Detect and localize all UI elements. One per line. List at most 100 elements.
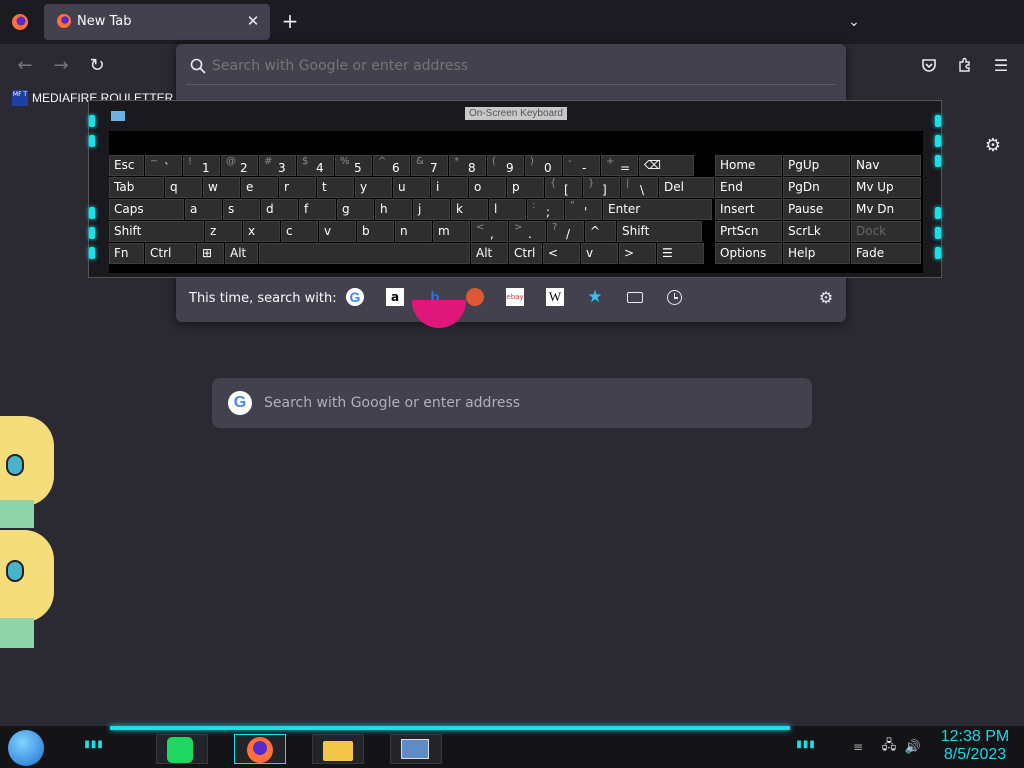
taskbar-spotify[interactable]	[156, 734, 208, 764]
osk-nav-key[interactable]: PrtScn	[715, 221, 782, 242]
google-icon[interactable]: G	[346, 288, 364, 306]
osk-nav-key[interactable]: End	[715, 177, 782, 198]
osk-nav-key[interactable]: Home	[715, 155, 782, 176]
osk-key[interactable]: Ctrl	[145, 243, 196, 264]
osk-key[interactable]: + =	[601, 155, 638, 176]
newtab-settings-gear-icon[interactable]: ⚙	[982, 134, 1004, 156]
osk-key[interactable]: d	[261, 199, 298, 220]
osk-key[interactable]: v	[319, 221, 356, 242]
osk-key[interactable]: p	[507, 177, 544, 198]
taskbar-file-explorer[interactable]	[312, 734, 364, 764]
osk-key[interactable]: <,	[471, 221, 508, 242]
ebay-icon[interactable]: ebay	[506, 288, 524, 306]
back-arrow-icon[interactable]: ←	[14, 54, 36, 76]
url-input[interactable]	[212, 54, 812, 78]
new-tab-plus-icon[interactable]: +	[280, 9, 300, 33]
history-icon[interactable]	[667, 290, 682, 305]
osk-key[interactable]: --	[563, 155, 600, 176]
osk-key[interactable]: Caps	[109, 199, 184, 220]
osk-nav-key[interactable]: ScrLk	[783, 221, 850, 242]
osk-nav-key[interactable]: PgUp	[783, 155, 850, 176]
osk-key[interactable]: Ctrl	[509, 243, 542, 264]
osk-key[interactable]: y	[355, 177, 392, 198]
osk-key[interactable]: n	[395, 221, 432, 242]
osk-key[interactable]: ☰	[657, 243, 704, 264]
osk-key[interactable]: Tab	[109, 177, 164, 198]
osk-key[interactable]: Enter	[603, 199, 712, 220]
osk-key[interactable]: j	[413, 199, 450, 220]
osk-nav-key[interactable]: Nav	[851, 155, 921, 176]
osk-key[interactable]: @2	[221, 155, 258, 176]
osk-key[interactable]: :;	[527, 199, 564, 220]
osk-key[interactable]: Del	[659, 177, 714, 198]
bookmarks-star-icon[interactable]: ★	[586, 287, 604, 307]
osk-key[interactable]	[259, 243, 470, 264]
osk-key[interactable]: ~ `	[145, 155, 182, 176]
osk-key[interactable]: Alt	[471, 243, 508, 264]
osk-nav-key[interactable]: Fade	[851, 243, 921, 264]
wikipedia-icon[interactable]: W	[546, 288, 564, 306]
taskbar-firefox[interactable]	[234, 734, 286, 764]
extensions-puzzle-icon[interactable]	[954, 54, 976, 76]
osk-key[interactable]: % 5	[335, 155, 372, 176]
osk-key[interactable]: z	[205, 221, 242, 242]
osk-nav-key[interactable]: Mv Up	[851, 177, 921, 198]
osk-key[interactable]: #3	[259, 155, 296, 176]
osk-nav-key[interactable]: Dock	[851, 221, 921, 242]
osk-key[interactable]: e	[241, 177, 278, 198]
osk-title-bar[interactable]: On-Screen Keyboard	[89, 107, 943, 127]
osk-key[interactable]: c	[281, 221, 318, 242]
forward-arrow-icon[interactable]: →	[50, 54, 72, 76]
osk-key[interactable]: o	[469, 177, 506, 198]
network-icon[interactable]: 🖧	[880, 738, 898, 756]
osk-nav-key[interactable]: Insert	[715, 199, 782, 220]
osk-key[interactable]: b	[357, 221, 394, 242]
osk-key[interactable]: v	[581, 243, 618, 264]
osk-key[interactable]: }]	[583, 177, 620, 198]
osk-key[interactable]: k	[451, 199, 488, 220]
osk-nav-key[interactable]: Help	[783, 243, 850, 264]
osk-key[interactable]: x	[243, 221, 280, 242]
osk-nav-key[interactable]: Options	[715, 243, 782, 264]
osk-key[interactable]: {[	[545, 177, 582, 198]
osk-key[interactable]: >.	[509, 221, 546, 242]
osk-key[interactable]: f	[299, 199, 336, 220]
osk-key[interactable]: i	[431, 177, 468, 198]
newtab-search-box[interactable]: G Search with Google or enter address	[212, 378, 812, 428]
osk-key[interactable]: Shift	[109, 221, 204, 242]
firefox-menu-icon[interactable]	[10, 12, 30, 32]
osk-key[interactable]: ^	[585, 221, 616, 242]
volume-icon[interactable]: 🔊	[904, 738, 922, 756]
taskbar-osk[interactable]	[390, 734, 442, 764]
osk-key[interactable]: Shift	[617, 221, 702, 242]
osk-key[interactable]: t	[317, 177, 354, 198]
osk-nav-key[interactable]: Mv Dn	[851, 199, 921, 220]
close-tab-icon[interactable]: ✕	[244, 12, 262, 30]
osk-key[interactable]: Fn	[109, 243, 144, 264]
start-orb-icon[interactable]	[8, 730, 44, 766]
tabs-icon[interactable]	[627, 292, 643, 303]
amazon-icon[interactable]: a	[386, 288, 404, 306]
osk-key[interactable]: w	[203, 177, 240, 198]
osk-key[interactable]: ^ 6	[373, 155, 410, 176]
osk-key[interactable]: >	[619, 243, 656, 264]
system-clock[interactable]: 12:38 PM 8/5/2023	[930, 728, 1020, 764]
list-all-tabs-chevron-icon[interactable]: ⌄	[844, 12, 864, 32]
osk-key[interactable]: l	[489, 199, 526, 220]
reload-icon[interactable]: ↻	[86, 54, 108, 76]
url-bar[interactable]	[176, 48, 846, 84]
osk-key[interactable]: h	[375, 199, 412, 220]
hamburger-menu-icon[interactable]: ☰	[990, 54, 1012, 76]
osk-key[interactable]: r	[279, 177, 316, 198]
osk-key[interactable]: (9	[487, 155, 524, 176]
tab-new-tab[interactable]: New Tab ✕	[44, 4, 270, 40]
osk-key[interactable]: s	[223, 199, 260, 220]
osk-key[interactable]: Esc	[109, 155, 144, 176]
osk-key[interactable]: & 7	[411, 155, 448, 176]
show-hidden-icons[interactable]: ≡	[848, 740, 868, 754]
osk-key[interactable]: Alt	[225, 243, 258, 264]
pocket-icon[interactable]	[918, 54, 940, 76]
osk-key[interactable]: a	[185, 199, 222, 220]
osk-key[interactable]: q	[165, 177, 202, 198]
osk-key[interactable]: m	[433, 221, 470, 242]
